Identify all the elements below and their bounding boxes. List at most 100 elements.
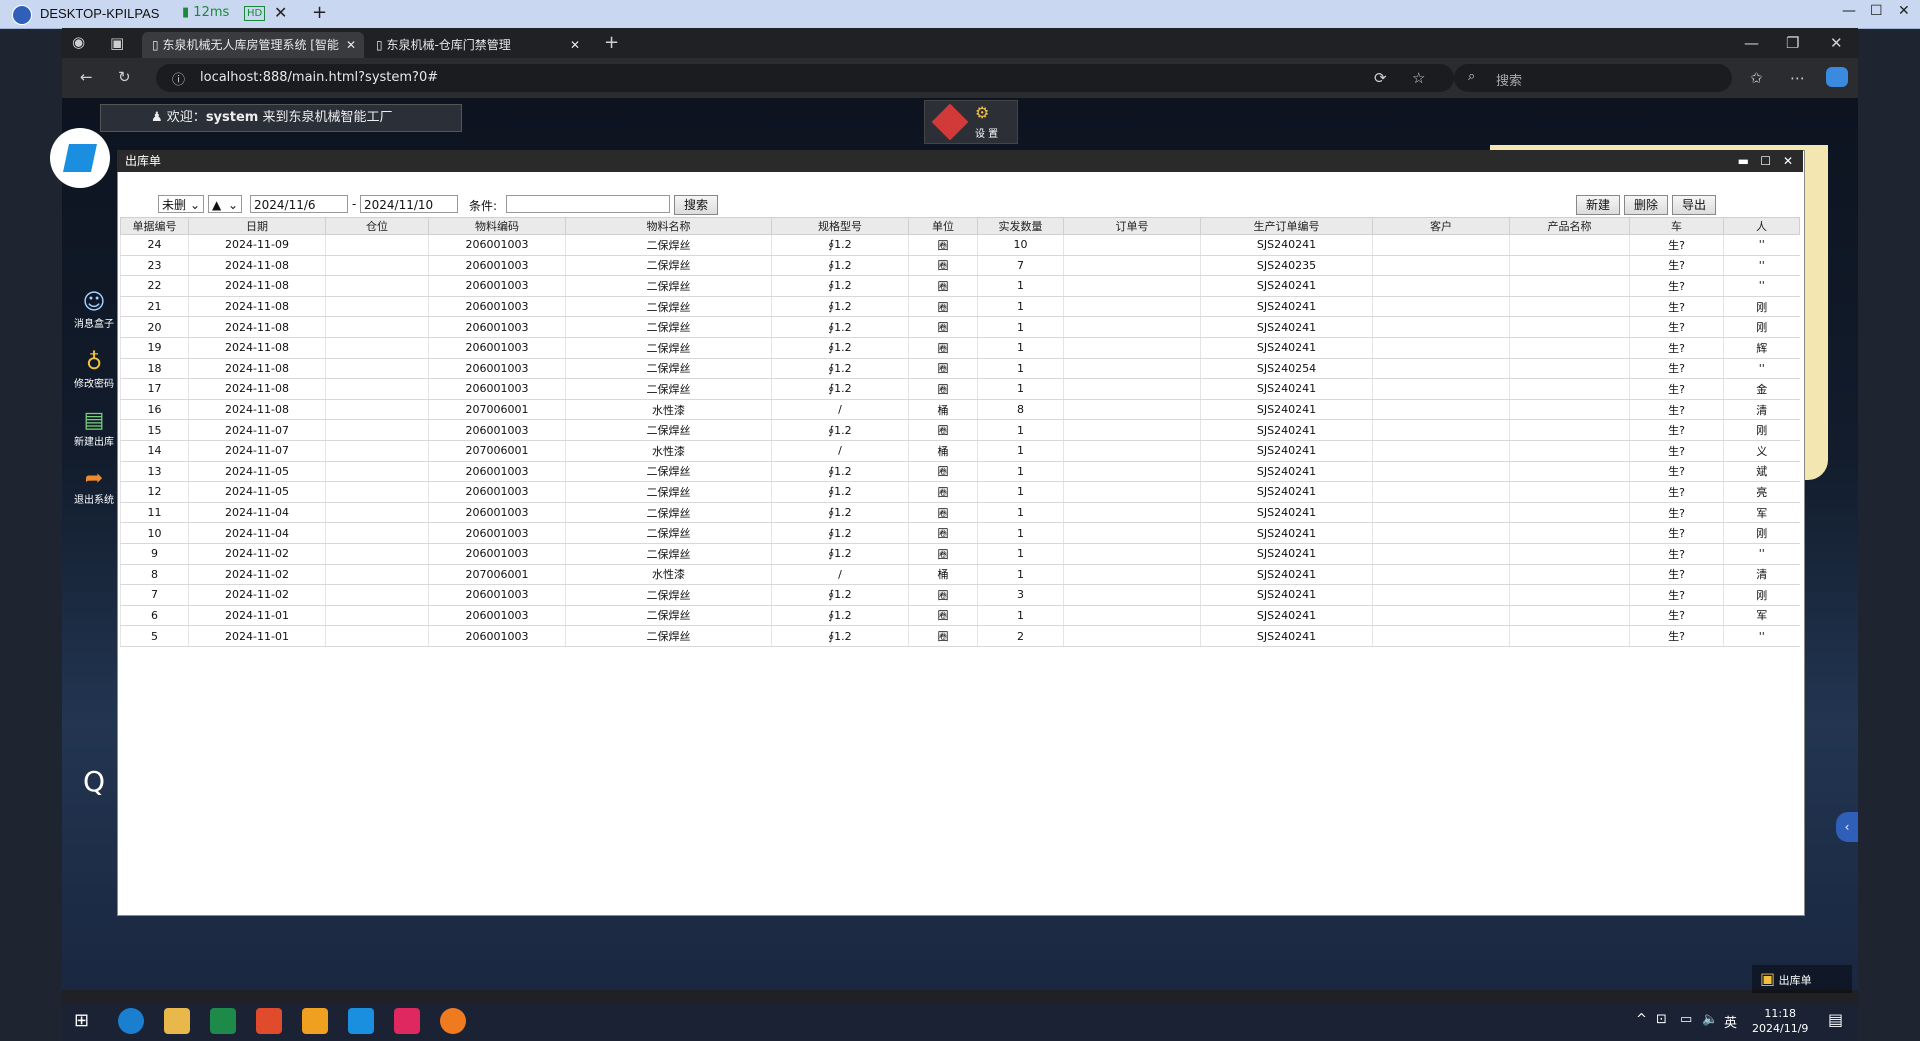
table-row[interactable]: 13 2024-11-05 206001003 二保焊丝 ∮1.2 圈 1 SJS240241… — [120, 461, 1800, 483]
browser-minimize-icon[interactable]: — — [1744, 34, 1759, 52]
column-header[interactable]: 客户 — [1372, 217, 1510, 235]
tray-network-icon[interactable]: ⊡ — [1656, 1012, 1667, 1027]
sidebar-item-new-outbound[interactable]: ▤ 新建出库 — [70, 408, 118, 448]
settings-button[interactable]: ⚙ 设 置 — [924, 100, 1018, 144]
column-header[interactable]: 仓位 — [325, 217, 429, 235]
column-header[interactable]: 单据编号 — [120, 217, 189, 235]
date-to-input[interactable]: 2024/11/10 — [360, 195, 458, 213]
refresh-icon[interactable]: ↻ — [118, 68, 131, 86]
table-row[interactable]: 15 2024-11-07 206001003 二保焊丝 ∮1.2 圈 1 SJS240241… — [120, 419, 1800, 441]
column-header[interactable]: 日期 — [188, 217, 326, 235]
search-button[interactable]: 搜索 — [674, 195, 718, 215]
back-icon[interactable]: ← — [80, 68, 93, 86]
remote-app-icon[interactable] — [302, 1008, 328, 1034]
hd-badge[interactable]: HD — [244, 6, 266, 21]
column-header[interactable]: 生产订单编号 — [1200, 217, 1373, 235]
start-icon[interactable]: ⊞ — [74, 1010, 89, 1031]
info-icon[interactable]: ⓘ — [172, 69, 185, 88]
table-row[interactable]: 18 2024-11-08 206001003 二保焊丝 ∮1.2 圈 1 SJS240254… — [120, 358, 1800, 380]
table-row[interactable]: 6 2024-11-01 206001003 二保焊丝 ∮1.2 圈 1 SJS240241 生… — [120, 605, 1800, 627]
minimized-outbound-badge[interactable]: ▣ 出库单 — [1752, 965, 1852, 993]
close-session-icon[interactable]: ✕ — [274, 3, 287, 22]
column-header[interactable]: 物料编码 — [428, 217, 566, 235]
new-tab-icon[interactable]: + — [604, 32, 619, 53]
condition-input[interactable] — [506, 195, 670, 213]
copilot-icon[interactable] — [1826, 67, 1848, 87]
table-row[interactable]: 5 2024-11-01 206001003 二保焊丝 ∮1.2 圈 2 SJS240241 生… — [120, 625, 1800, 647]
office-icon[interactable] — [256, 1008, 282, 1034]
delete-button[interactable]: 删除 — [1624, 195, 1668, 215]
sidebar-item-change-password[interactable]: ♁ 修改密码 — [70, 350, 118, 390]
search-placeholder[interactable]: 搜索 — [1496, 70, 1522, 89]
column-header[interactable]: 订单号 — [1063, 217, 1201, 235]
table-row[interactable]: 7 2024-11-02 206001003 二保焊丝 ∮1.2 圈 3 SJS240241 生… — [120, 584, 1800, 606]
column-header[interactable]: 物料名称 — [565, 217, 772, 235]
favorites-icon[interactable]: ✩ — [1750, 69, 1763, 87]
browser-restore-icon[interactable]: ❐ — [1786, 34, 1799, 52]
window-minimize-icon[interactable]: ▬ — [1738, 150, 1749, 172]
tab-door-access[interactable]: ▯ 东泉机械-仓库门禁管理 ✕ — [366, 32, 588, 58]
table-cell: 2024-11-07 — [188, 440, 326, 462]
edge-icon[interactable] — [118, 1008, 144, 1034]
table-row[interactable]: 22 2024-11-08 206001003 二保焊丝 ∮1.2 圈 1 SJS240241… — [120, 275, 1800, 297]
table-row[interactable]: 19 2024-11-08 206001003 二保焊丝 ∮1.2 圈 1 SJS240241… — [120, 337, 1800, 359]
firefox-icon[interactable] — [440, 1008, 466, 1034]
column-header[interactable]: 车 — [1629, 217, 1724, 235]
tray-volume-icon[interactable]: 🔈 — [1702, 1012, 1718, 1027]
tab-warehouse-system[interactable]: ▯ 东泉机械无人库房管理系统 [智能 ✕ — [142, 32, 364, 58]
new-session-icon[interactable]: + — [312, 2, 327, 23]
table-cell: 15 — [120, 419, 189, 441]
side-collapse-icon[interactable]: ‹ — [1836, 812, 1858, 842]
status-select[interactable]: 未删 ⌄ — [158, 195, 204, 213]
table-row[interactable]: 11 2024-11-04 206001003 二保焊丝 ∮1.2 圈 1 SJS240241… — [120, 502, 1800, 524]
tray-chevron-icon[interactable]: ^ — [1636, 1012, 1647, 1027]
table-row[interactable]: 12 2024-11-05 206001003 二保焊丝 ∮1.2 圈 1 SJS240241… — [120, 481, 1800, 503]
order-select[interactable]: ▲ ⌄ — [208, 195, 242, 213]
table-row[interactable]: 8 2024-11-02 207006001 水性漆 / 桶 1 SJS240241 生? 清 — [120, 564, 1800, 586]
excel-icon[interactable] — [210, 1008, 236, 1034]
table-row[interactable]: 21 2024-11-08 206001003 二保焊丝 ∮1.2 圈 1 SJS240241… — [120, 296, 1800, 318]
explorer-icon[interactable] — [164, 1008, 190, 1034]
close-tab-icon[interactable]: ✕ — [346, 32, 356, 58]
taskbar-clock[interactable]: 11:18 2024/11/9 — [1752, 1006, 1808, 1036]
sidebar-item-message-box[interactable]: ☺ 消息盒子 — [70, 290, 118, 330]
table-row[interactable]: 23 2024-11-08 206001003 二保焊丝 ∮1.2 圈 7 SJS240235… — [120, 255, 1800, 277]
table-cell — [1509, 584, 1630, 606]
export-button[interactable]: 导出 — [1672, 195, 1716, 215]
ime-indicator[interactable]: 英 — [1724, 1012, 1737, 1031]
browser-close-icon[interactable]: ✕ — [1830, 34, 1843, 52]
table-row[interactable]: 20 2024-11-08 206001003 二保焊丝 ∮1.2 圈 1 SJS240241… — [120, 316, 1800, 338]
window-close-icon[interactable]: ✕ — [1783, 150, 1793, 172]
window-maximize-icon[interactable]: ☐ — [1760, 150, 1771, 172]
profile-icon[interactable]: ◉ — [72, 33, 85, 51]
column-header[interactable]: 实发数量 — [977, 217, 1064, 235]
notifications-icon[interactable]: ▤ — [1828, 1010, 1843, 1029]
table-row[interactable]: 14 2024-11-07 207006001 水性漆 / 桶 1 SJS240241 生? 义 — [120, 440, 1800, 462]
column-header[interactable]: 单位 — [908, 217, 978, 235]
table-row[interactable]: 17 2024-11-08 206001003 二保焊丝 ∮1.2 圈 1 SJS240241… — [120, 378, 1800, 400]
quick-search-icon[interactable]: Q — [72, 760, 116, 804]
tab-actions-icon[interactable]: ▣ — [110, 34, 124, 52]
favorite-star-icon[interactable]: ☆ — [1412, 69, 1425, 87]
table-row[interactable]: 24 2024-11-09 206001003 二保焊丝 ∮1.2 圈 10 SJS24024… — [120, 234, 1800, 256]
table-row[interactable]: 9 2024-11-02 206001003 二保焊丝 ∮1.2 圈 1 SJS240241 生… — [120, 543, 1800, 565]
more-menu-icon[interactable]: ⋯ — [1790, 69, 1805, 87]
close-window-icon[interactable]: ✕ — [1898, 3, 1910, 19]
date-from-input[interactable]: 2024/11/6 — [250, 195, 348, 213]
column-header[interactable]: 规格型号 — [771, 217, 909, 235]
translate-icon[interactable]: ⟳ — [1374, 69, 1387, 87]
sidebar-item-logout[interactable]: ➦ 退出系统 — [70, 466, 118, 506]
user-avatar-icon[interactable] — [12, 5, 32, 25]
tray-display-icon[interactable]: ▭ — [1680, 1012, 1692, 1027]
table-row[interactable]: 10 2024-11-04 206001003 二保焊丝 ∮1.2 圈 1 SJS240241… — [120, 522, 1800, 544]
table-row[interactable]: 16 2024-11-08 207006001 水性漆 / 桶 8 SJS240241 生? 清 — [120, 399, 1800, 421]
maximize-icon[interactable]: ☐ — [1870, 3, 1883, 19]
app-shortcut-icon[interactable] — [348, 1008, 374, 1034]
column-header[interactable]: 产品名称 — [1509, 217, 1630, 235]
close-tab-icon[interactable]: ✕ — [570, 32, 580, 58]
new-button[interactable]: 新建 — [1576, 195, 1620, 215]
url-text[interactable]: localhost:888/main.html?system?0# — [200, 70, 438, 85]
minimize-icon[interactable]: — — [1842, 3, 1856, 19]
notes-app-icon[interactable] — [394, 1008, 420, 1034]
column-header[interactable]: 人 — [1723, 217, 1800, 235]
